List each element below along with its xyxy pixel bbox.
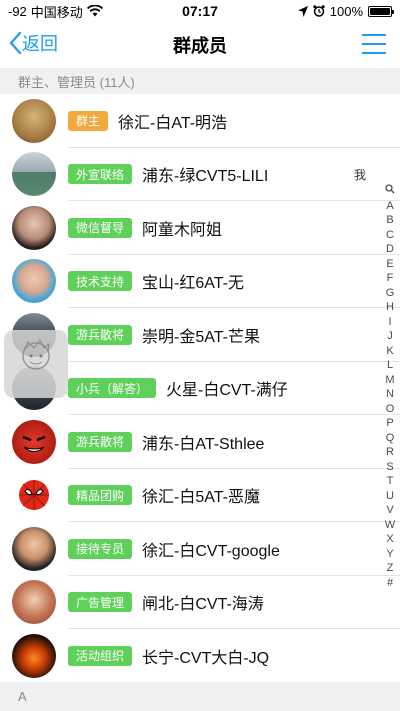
role-badge: 游兵散将 — [68, 431, 133, 452]
index-letter-i[interactable]: I — [388, 315, 391, 330]
index-letter-o[interactable]: O — [386, 402, 395, 417]
index-letter-j[interactable]: J — [387, 329, 393, 344]
status-left: -92 中国移动 — [8, 2, 103, 21]
role-badge: 广告管理 — [68, 592, 133, 613]
role-badge: 小兵（解答） — [68, 378, 157, 399]
nav-bar: 返回 群成员 — [0, 22, 400, 68]
index-letter-l[interactable]: L — [387, 358, 393, 373]
drag-preview-overlay — [4, 330, 68, 398]
role-badge: 外宣联络 — [68, 164, 133, 185]
role-badge: 技术支持 — [68, 271, 133, 292]
member-row[interactable]: 精品团购 徐汇-白5AT-恶魔 — [0, 469, 400, 523]
avatar — [12, 633, 56, 678]
member-row[interactable]: 群主 徐汇-白AT-明浩 — [0, 94, 400, 148]
index-letter-e[interactable]: E — [386, 257, 393, 272]
role-badge: 活动组织 — [68, 645, 133, 666]
index-letter-d[interactable]: D — [386, 242, 394, 257]
index-letter-g[interactable]: G — [386, 286, 395, 301]
carrier-name: 中国移动 — [30, 4, 83, 20]
hamburger-menu-icon[interactable] — [362, 34, 386, 54]
index-letter-r[interactable]: R — [386, 445, 394, 460]
index-letter-f[interactable]: F — [387, 271, 394, 286]
role-badge: 接待专员 — [68, 538, 133, 559]
index-letter-a[interactable]: A — [386, 199, 393, 214]
role-badge: 精品团购 — [68, 485, 133, 506]
index-letter-hash[interactable]: # — [387, 576, 393, 591]
member-row[interactable]: 技术支持 宝山-红6AT-无 — [0, 255, 400, 309]
member-name: 阿童木阿姐 — [142, 221, 223, 239]
member-name: 宝山-红6AT-无 — [142, 275, 244, 293]
member-name: 崇明-金5AT-芒果 — [142, 328, 260, 346]
index-letter-t[interactable]: T — [387, 474, 394, 489]
member-row[interactable]: 外宣联络 浦东-绿CVT5-LILI 我 — [0, 148, 400, 202]
battery-percent: 100% — [329, 3, 363, 19]
devil-face-icon — [22, 435, 46, 452]
spiderman-mask-icon — [19, 480, 49, 511]
back-button[interactable]: 返回 — [8, 30, 58, 56]
alphabet-index[interactable]: A B C D E F G H I J K L M N O P Q R S T U V W X Y Z # — [382, 184, 398, 590]
member-row[interactable]: 微信督导 阿童木阿姐 — [0, 201, 400, 255]
status-right: 100% — [297, 3, 394, 19]
index-letter-h[interactable]: H — [386, 300, 394, 315]
index-letter-q[interactable]: Q — [386, 431, 395, 446]
member-row[interactable]: 活动组织 长宁-CVT大白-JQ — [0, 629, 384, 683]
avatar — [12, 205, 56, 250]
member-name: 徐汇-白CVT-google — [142, 542, 280, 560]
avatar — [12, 473, 56, 518]
status-bar: -92 中国移动 07:17 100% — [0, 0, 400, 22]
wifi-icon — [86, 5, 103, 17]
index-letter-z[interactable]: Z — [387, 561, 394, 576]
index-letter-u[interactable]: U — [386, 489, 394, 504]
page-title: 群成员 — [173, 36, 227, 56]
battery-fill — [370, 7, 390, 15]
battery-icon — [368, 5, 394, 17]
alarm-icon — [313, 5, 325, 17]
index-letter-v[interactable]: V — [386, 503, 393, 518]
avatar — [12, 152, 56, 197]
member-row[interactable]: 广告管理 闸北-白CVT-海涛 — [0, 576, 400, 630]
index-letter-w[interactable]: W — [385, 518, 395, 533]
member-name: 闸北-白CVT-海涛 — [142, 596, 264, 614]
member-row[interactable]: 接待专员 徐汇-白CVT-google — [0, 522, 400, 576]
avatar — [12, 98, 56, 143]
index-letter-s[interactable]: S — [386, 460, 393, 475]
index-letter-k[interactable]: K — [386, 344, 393, 359]
chevron-left-icon — [9, 31, 22, 55]
index-search-icon[interactable] — [385, 184, 395, 199]
avatar — [12, 419, 56, 464]
index-letter-p[interactable]: P — [386, 416, 393, 431]
role-badge: 游兵散将 — [68, 324, 133, 345]
index-letter-x[interactable]: X — [386, 532, 393, 547]
sketch-face-icon — [22, 339, 50, 370]
section-header-a: A — [0, 682, 400, 711]
index-letter-b[interactable]: B — [386, 213, 393, 228]
role-badge: 群主 — [68, 110, 109, 131]
avatar — [12, 259, 56, 304]
index-letter-m[interactable]: M — [385, 373, 394, 388]
avatar — [12, 526, 56, 571]
member-row[interactable]: 游兵散将 浦东-白AT-Sthlee — [0, 415, 400, 469]
member-name: 浦东-白AT-Sthlee — [142, 435, 265, 453]
index-letter-n[interactable]: N — [386, 387, 394, 402]
member-name: 徐汇-白5AT-恶魔 — [142, 489, 260, 507]
section-header-admins: 群主、管理员 (11人) — [0, 68, 400, 94]
member-name: 徐汇-白AT-明浩 — [118, 114, 228, 132]
location-icon — [297, 5, 308, 17]
member-name: 浦东-绿CVT5-LILI — [142, 168, 269, 186]
signal-strength: -92 — [8, 3, 27, 19]
index-letter-y[interactable]: Y — [386, 547, 393, 562]
me-label: 我 — [353, 167, 366, 182]
back-label: 返回 — [22, 34, 58, 54]
member-name: 火星-白CVT-满仔 — [166, 382, 288, 400]
role-badge: 微信督导 — [68, 217, 133, 238]
member-name: 长宁-CVT大白-JQ — [142, 649, 270, 667]
avatar — [12, 580, 56, 625]
index-letter-c[interactable]: C — [386, 228, 394, 243]
